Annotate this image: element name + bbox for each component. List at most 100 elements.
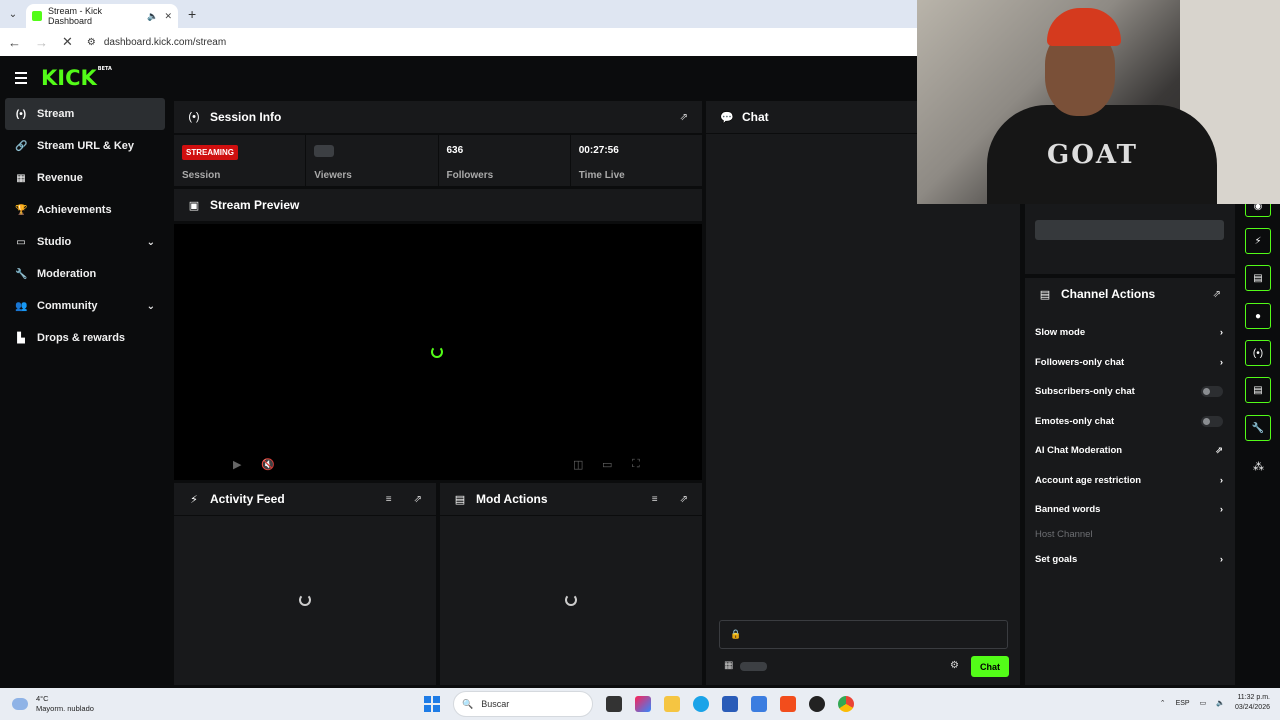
theater-icon[interactable]: ▭ — [602, 458, 612, 471]
clock-time: 11:32 p.m. — [1237, 694, 1270, 701]
session-info-panel: (•) Session Info ⇗ — [174, 101, 702, 134]
stat-time-live: 00:27:56 Time Live — [570, 135, 702, 186]
mod-actions-header: ▤ Mod Actions ≡ ⇗ — [440, 483, 702, 516]
sidebar-item-studio[interactable]: ▭ Studio ⌄ — [5, 226, 165, 258]
edge-icon[interactable] — [693, 696, 709, 712]
rail-channel-actions-button[interactable]: ▤ — [1245, 377, 1271, 403]
sidebar-item-label: Revenue — [37, 172, 83, 184]
taskbar-search[interactable]: 🔍 Buscar — [453, 691, 593, 717]
popout-icon[interactable]: ⇗ — [1213, 289, 1221, 300]
mail-icon[interactable] — [751, 696, 767, 712]
forward-icon[interactable]: → — [35, 35, 48, 50]
fullscreen-icon[interactable]: ⛶ — [632, 458, 640, 471]
channel-action-banned-words[interactable]: Banned words › — [1025, 495, 1235, 525]
channel-action-slow-mode[interactable]: Slow mode › — [1025, 318, 1235, 348]
webcam-shirt-text: GOAT — [1047, 140, 1138, 170]
channel-action-label: Slow mode — [1035, 327, 1086, 339]
weather-condition: Mayorm. nublado — [36, 704, 94, 713]
site-info-icon[interactable]: ⚙ — [87, 37, 96, 48]
channel-action-label: Account age restriction — [1035, 474, 1142, 486]
sidebar-item-stream[interactable]: (•) Stream — [5, 98, 165, 130]
stat-label: Followers — [446, 170, 494, 181]
mute-icon[interactable]: 🔇 — [261, 458, 275, 471]
channel-action-subscribers-only: Subscribers-only chat — [1025, 377, 1235, 407]
subscribers-only-toggle[interactable] — [1201, 386, 1223, 398]
rail-mod-actions-button[interactable]: ▤ — [1245, 265, 1271, 291]
weather-widget[interactable]: 4°C Mayorm. nublado — [0, 694, 200, 714]
sidebar-item-moderation[interactable]: 🔧 Moderation — [5, 258, 165, 290]
rail-activity-button[interactable]: ⚡ — [1245, 228, 1271, 254]
filter-icon[interactable]: ≡ — [652, 494, 658, 505]
popout-icon[interactable]: ⇗ — [414, 494, 422, 505]
send-chat-button[interactable]: Chat — [971, 656, 1009, 677]
sidebar-item-revenue[interactable]: ▦ Revenue — [5, 162, 165, 194]
webcam-person-cap — [1047, 8, 1121, 46]
lightning-icon: ⚡ — [190, 493, 198, 506]
stream-preview-player[interactable]: ▶ 🔇 ◫ ▭ ⛶ — [174, 224, 702, 480]
studio-icon: ▭ — [16, 236, 26, 248]
channel-actions-icon: ▤ — [1253, 384, 1263, 396]
sidebar-item-stream-url-key[interactable]: 🔗 Stream URL & Key — [5, 130, 165, 162]
loading-spinner-icon — [565, 594, 577, 606]
pip-icon[interactable]: ◫ — [573, 458, 583, 471]
channel-action-account-age[interactable]: Account age restriction › — [1025, 466, 1235, 496]
cloud-icon — [12, 698, 28, 710]
sidebar-item-community[interactable]: 👥 Community ⌄ — [5, 290, 165, 322]
task-view-icon[interactable] — [606, 696, 622, 712]
chat-settings-icon[interactable]: ⚙ — [950, 660, 959, 671]
channel-action-set-goals[interactable]: Set goals › — [1025, 545, 1235, 575]
lightning-icon: ⚡ — [1254, 235, 1262, 247]
chevron-down-icon[interactable]: ⌄ — [147, 301, 155, 312]
stat-viewers: Viewers — [306, 135, 439, 186]
channel-action-followers-only[interactable]: Followers-only chat › — [1025, 348, 1235, 378]
language-indicator[interactable]: ESP — [1176, 700, 1190, 707]
windows-taskbar: 4°C Mayorm. nublado 🔍 Buscar ⌃ ESP ▭ 🔈 1… — [0, 688, 1280, 720]
back-icon[interactable]: ← — [8, 35, 21, 50]
copilot-icon[interactable] — [635, 696, 651, 712]
windows-start-icon[interactable] — [424, 696, 440, 712]
obs-icon[interactable] — [809, 696, 825, 712]
store-icon[interactable] — [722, 696, 738, 712]
channel-action-label: Banned words — [1035, 504, 1101, 516]
sidebar-item-achievements[interactable]: 🏆 Achievements — [5, 194, 165, 226]
new-tab-icon[interactable]: + — [188, 6, 196, 22]
popout-icon[interactable]: ⇗ — [680, 112, 688, 123]
speaker-icon[interactable]: 🔈 — [147, 11, 158, 22]
channel-action-ai-moderation[interactable]: AI Chat Moderation ⇗ — [1025, 436, 1235, 466]
emote-store-icon[interactable]: ▦ — [724, 660, 733, 671]
rail-moderation-button[interactable]: 🔧 — [1245, 415, 1271, 441]
menu-icon[interactable] — [15, 72, 27, 84]
taskbar-clock[interactable]: 11:32 p.m. 03/24/2026 — [1235, 693, 1270, 713]
brave-icon[interactable] — [780, 696, 796, 712]
chevron-right-icon: › — [1219, 504, 1223, 516]
browser-tab[interactable]: Stream - Kick Dashboard 🔈 ✕ — [26, 4, 178, 28]
channel-action-label: Followers-only chat — [1035, 356, 1125, 368]
chart-icon: ▦ — [16, 172, 26, 184]
tab-list-dropdown-icon[interactable]: ⌄ — [0, 9, 26, 20]
rail-session-button[interactable]: (•) — [1245, 340, 1271, 366]
tray-overflow-icon[interactable]: ⌃ — [1160, 699, 1166, 707]
close-tab-icon[interactable]: ✕ — [164, 11, 172, 22]
url-field[interactable]: dashboard.kick.com/stream — [104, 37, 226, 48]
channel-actions-title: Channel Actions — [1061, 287, 1156, 301]
chrome-icon[interactable] — [838, 696, 854, 712]
play-icon[interactable]: ▶ — [233, 458, 241, 471]
stop-loading-icon[interactable]: ✕ — [62, 34, 73, 50]
drops-icon: ▙ — [17, 332, 25, 344]
filter-icon[interactable]: ≡ — [386, 494, 392, 505]
kick-logo[interactable]: KICKBETA — [41, 66, 112, 90]
rail-chat-button[interactable]: ● — [1245, 303, 1271, 329]
trophy-icon: 🏆 — [15, 204, 28, 216]
chat-input[interactable]: 🔒 — [719, 620, 1008, 649]
emotes-only-toggle[interactable] — [1201, 415, 1223, 427]
volume-icon[interactable]: 🔈 — [1216, 699, 1225, 707]
rail-add-widget-icon[interactable]: ⁂ — [1253, 460, 1264, 473]
loading-spinner-icon — [431, 346, 443, 358]
file-explorer-icon[interactable] — [664, 696, 680, 712]
popout-icon[interactable]: ⇗ — [680, 494, 688, 505]
channel-action-label: Set goals — [1035, 553, 1078, 565]
sidebar-item-drops-rewards[interactable]: ▙ Drops & rewards — [5, 322, 165, 354]
network-icon[interactable]: ▭ — [1200, 699, 1207, 707]
chevron-down-icon[interactable]: ⌄ — [147, 237, 155, 248]
system-tray: ⌃ ESP ▭ 🔈 11:32 p.m. 03/24/2026 — [1160, 693, 1270, 713]
